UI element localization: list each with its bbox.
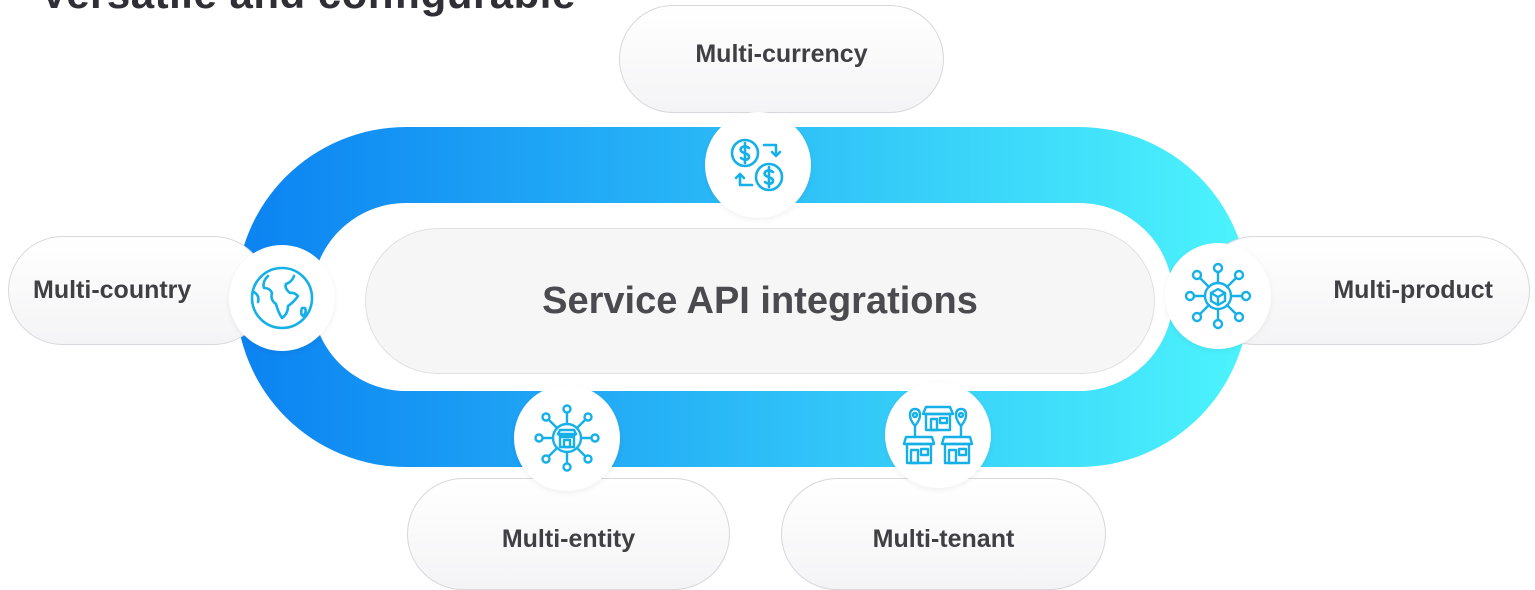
multi-entity-label: Multi-entity bbox=[501, 524, 636, 553]
multi-tenant-pill: Multi-tenant bbox=[781, 478, 1106, 590]
center-label: Service API integrations bbox=[542, 279, 978, 322]
multi-country-label: Multi-country bbox=[33, 276, 192, 304]
globe-icon bbox=[250, 266, 314, 330]
entity-badge bbox=[514, 385, 620, 491]
tenant-badge bbox=[885, 382, 991, 488]
currency-badge bbox=[705, 112, 811, 218]
multi-tenant-label: Multi-tenant bbox=[872, 524, 1015, 553]
multi-store-icon bbox=[902, 405, 974, 465]
multi-product-label: Multi-product bbox=[1333, 276, 1493, 304]
service-api-integrations-hub: Service API integrations bbox=[365, 228, 1155, 374]
country-badge bbox=[229, 245, 335, 351]
multi-currency-label: Multi-currency bbox=[695, 39, 868, 68]
store-network-icon bbox=[534, 404, 600, 472]
currency-exchange-icon bbox=[730, 138, 784, 192]
product-badge bbox=[1165, 243, 1271, 349]
multi-currency-pill: Multi-currency bbox=[619, 5, 944, 113]
multi-entity-pill: Multi-entity bbox=[407, 478, 730, 590]
product-network-icon bbox=[1184, 262, 1252, 330]
